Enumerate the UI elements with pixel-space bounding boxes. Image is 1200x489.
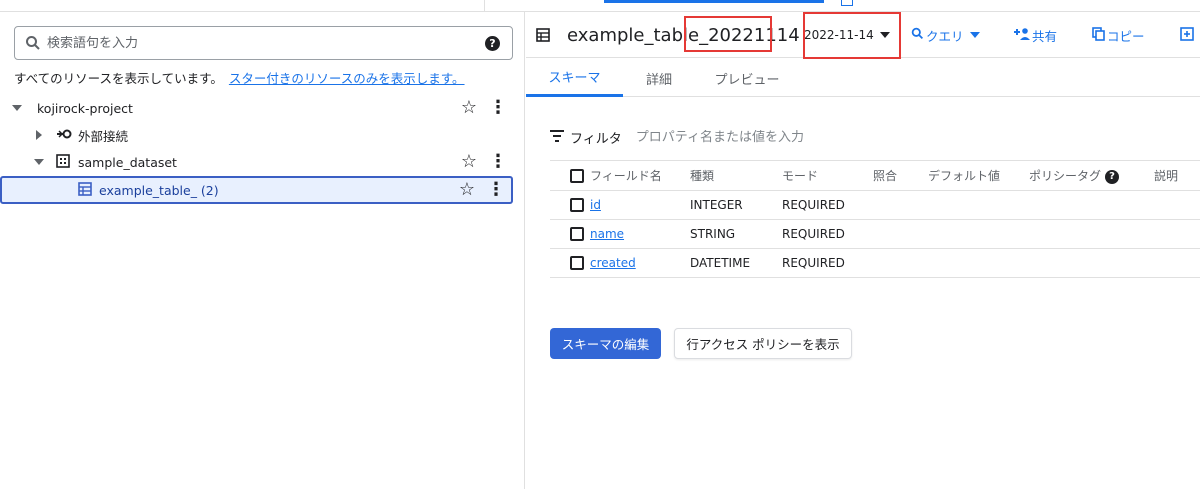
schema-table: フィールド名 種類 モード 照合 デフォルト値 ポリシータグ? 説明 id IN… [550,160,1200,278]
starred-only-link[interactable]: スター付きのリソースのみを表示します。 [229,71,465,86]
top-strip [0,0,1200,12]
select-all-cell [550,160,590,191]
col-type[interactable]: 種類 [690,160,782,191]
select-all-checkbox[interactable] [570,168,584,183]
tree-item-dataset[interactable]: sample_dataset ☆ ⋮ [0,148,513,176]
search-box[interactable]: ? [14,26,513,60]
col-field-name[interactable]: フィールド名 [590,160,690,191]
star-icon[interactable]: ☆ [461,99,477,117]
field-type: STRING [690,219,782,249]
tab-preview[interactable]: プレビュー [695,59,799,97]
add-person-icon [1014,27,1030,43]
schema-header-row: フィールド名 種類 モード 照合 デフォルト値 ポリシータグ? 説明 [550,160,1200,191]
dataset-icon [56,153,70,171]
share-button-label: 共有 [1032,28,1058,44]
help-icon[interactable]: ? [485,36,500,51]
table-icon [78,181,92,199]
resource-note: すべてのリソースを表示しています。 スター付きのリソースのみを表示します。 [14,68,465,87]
table-details-panel: example_table_20221114 2022-11-14 クエリ 共有… [526,12,1200,489]
tab-schema[interactable]: スキーマ [526,59,623,97]
view-row-access-policy-button[interactable]: 行アクセス ポリシーを表示 [674,328,852,359]
row-checkbox[interactable] [570,198,584,213]
filter-input[interactable] [635,130,896,145]
field-type: INTEGER [690,190,782,220]
collapse-caret-icon[interactable] [36,130,42,140]
top-divider [484,0,485,12]
dataset-name: sample_dataset [78,154,177,170]
more-options-icon[interactable]: ⋮ [489,99,507,117]
field-name-link[interactable]: name [590,227,624,241]
copy-icon [1092,26,1105,44]
more-options-icon[interactable]: ⋮ [489,153,507,171]
col-policy-tag-label: ポリシータグ [1029,169,1102,183]
resource-note-text: すべてのリソースを表示しています。 [14,71,223,86]
snapshot-icon [1180,26,1194,44]
share-button[interactable]: 共有 [1014,12,1057,58]
editor-tab-icon[interactable] [841,0,853,6]
col-default-value[interactable]: デフォルト値 [928,160,1029,191]
field-mode: REQUIRED [782,190,873,220]
detail-tabs: スキーマ 詳細 プレビュー [526,59,1200,97]
table-row: id INTEGER REQUIRED [550,190,1200,220]
table-row: created DATETIME REQUIRED [550,248,1200,278]
copy-button-label: コピー [1107,28,1145,44]
highlight-box-table-suffix [684,16,772,52]
row-checkbox[interactable] [570,256,584,271]
dropdown-caret-icon [969,32,980,38]
edit-schema-button[interactable]: スキーマの編集 [550,328,661,359]
tab-details[interactable]: 詳細 [623,59,695,97]
explorer-panel: ? すべてのリソースを表示しています。スター付きのリソースのみを表示します。 k… [0,12,525,489]
field-mode: REQUIRED [782,219,873,249]
query-button[interactable]: クエリ [911,12,980,58]
tree-item-external-connections[interactable]: 外部接続 [0,121,513,149]
project-name: kojirock-project [37,100,133,116]
field-name-link[interactable]: created [590,256,636,270]
table-icon [536,28,550,42]
expand-caret-icon[interactable] [34,159,44,165]
filter-label: フィルタ [570,132,622,147]
active-editor-tab-indicator[interactable] [604,0,824,3]
more-options-icon[interactable]: ⋮ [487,181,505,199]
external-connection-label: 外部接続 [78,128,129,144]
search-icon [25,35,41,51]
col-collation[interactable]: 照合 [873,160,928,191]
star-icon[interactable]: ☆ [459,181,475,199]
table-name: example_table_ (2) [99,182,219,198]
help-icon[interactable]: ? [1105,169,1120,184]
field-type: DATETIME [690,248,782,278]
col-mode[interactable]: モード [782,160,873,191]
tree-item-project[interactable]: kojirock-project ☆ ⋮ [0,94,513,122]
query-button-label: クエリ [926,28,964,44]
expand-caret-icon[interactable] [12,105,22,111]
snapshot-button[interactable] [1180,12,1194,58]
field-mode: REQUIRED [782,248,873,278]
col-description[interactable]: 説明 [1154,160,1200,191]
col-policy-tag[interactable]: ポリシータグ? [1029,160,1154,191]
star-icon[interactable]: ☆ [461,153,477,171]
highlight-box-date-select [803,12,901,59]
external-connection-icon [56,128,74,143]
row-checkbox[interactable] [570,227,584,242]
search-icon [911,27,924,43]
search-input[interactable] [47,35,467,51]
filter-icon[interactable] [550,129,564,146]
field-name-link[interactable]: id [590,198,601,212]
filter-bar: フィルタ [550,128,896,147]
copy-button[interactable]: コピー [1092,12,1145,58]
table-row: name STRING REQUIRED [550,219,1200,249]
tree-item-table[interactable]: example_table_ (2) ☆ ⋮ [0,176,513,204]
